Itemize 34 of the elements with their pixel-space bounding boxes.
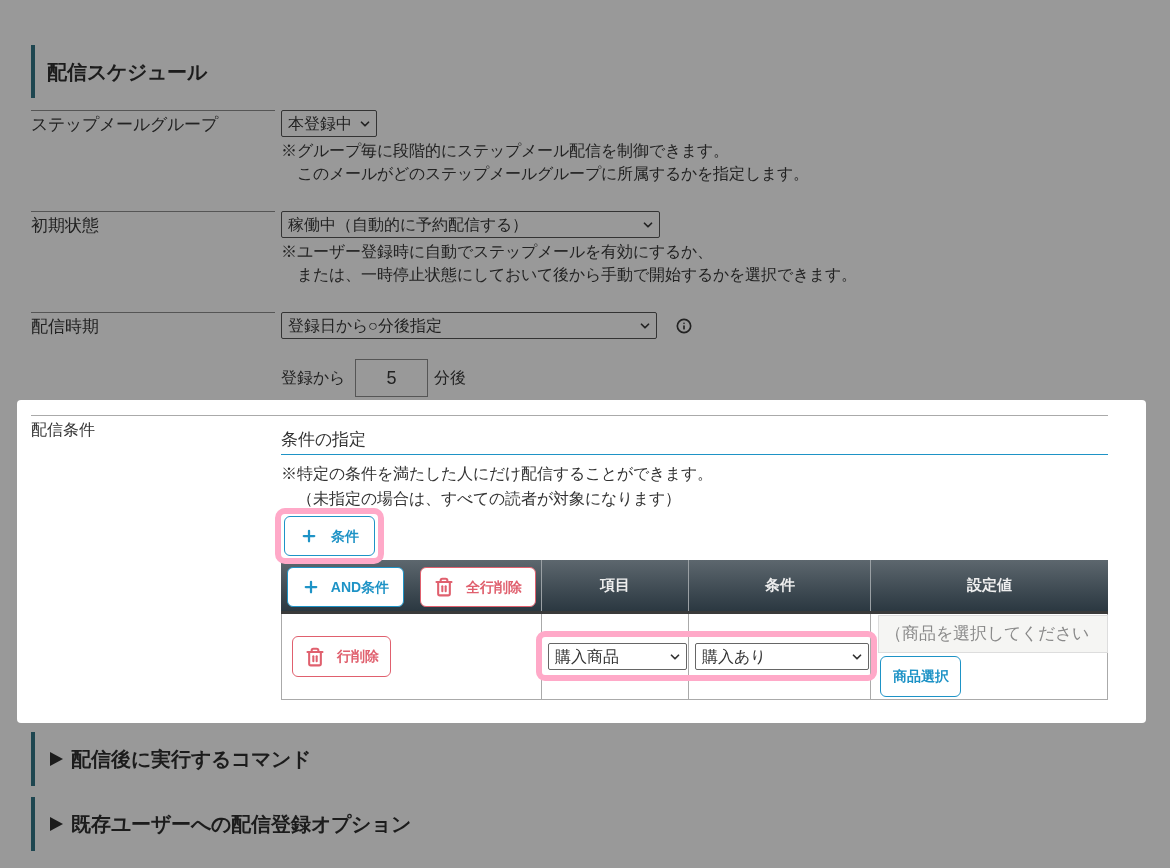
product-field[interactable]: （商品を選択してください [878, 615, 1108, 653]
delete-row-button[interactable]: 行削除 [292, 636, 391, 677]
column-header: 設定値 [870, 560, 1108, 611]
delete-all-rows-button[interactable]: 全行削除 [420, 567, 536, 607]
help-text: ※ユーザー登録時に自動でステップメールを有効にするか、 または、一時停止状態にしておいて後から手動で開始するかを選択できます。 [281, 242, 857, 285]
field-label: ステップメールグループ [31, 115, 218, 134]
info-icon[interactable] [676, 317, 692, 334]
select-product-button[interactable]: 商品選択 [880, 656, 961, 697]
number-field[interactable]: 5 [355, 359, 428, 397]
triangle-right-icon[interactable] [50, 752, 63, 766]
column-header: 項目 [541, 560, 688, 611]
plus-icon [300, 527, 318, 545]
field-label: 初期状態 [31, 216, 99, 235]
field-label: 配信時期 [31, 317, 99, 336]
subsection-heading: 条件の指定 [281, 430, 366, 449]
field-label: 配信条件 [31, 421, 95, 438]
help-text: ※特定の条件を満たした人にだけ配信することができます。 （未指定の場合は、すべての読者が対象になります） [281, 464, 714, 509]
field-suffix: 分後 [434, 368, 466, 388]
select-dropdown[interactable]: 購入あり [695, 643, 869, 670]
select-dropdown[interactable]: 稼働中（自動的に予約配信する） [281, 211, 660, 238]
select-dropdown[interactable]: 本登録中 [281, 110, 377, 137]
section-heading: 配信スケジュール [31, 45, 1170, 98]
trash-icon [304, 646, 325, 667]
section-title[interactable]: 既存ユーザーへの配信登録オプション [71, 809, 411, 839]
select-dropdown[interactable]: 登録日から○分後指定 [281, 312, 657, 339]
field-prefix: 登録から [281, 368, 345, 388]
trash-icon [434, 577, 454, 597]
add-condition-button[interactable]: 条件 [284, 516, 375, 556]
help-text: ※グループ毎に段階的にステップメール配信を制御できます。 このメールがどのステップメールグループに所属するかを指定します。 [281, 141, 809, 184]
add-and-condition-button[interactable]: AND条件 [287, 567, 404, 607]
column-header: 条件 [688, 560, 870, 611]
select-dropdown[interactable]: 購入商品 [548, 643, 687, 670]
triangle-right-icon[interactable] [50, 817, 63, 831]
section-title[interactable]: 配信後に実行するコマンド [71, 744, 311, 774]
